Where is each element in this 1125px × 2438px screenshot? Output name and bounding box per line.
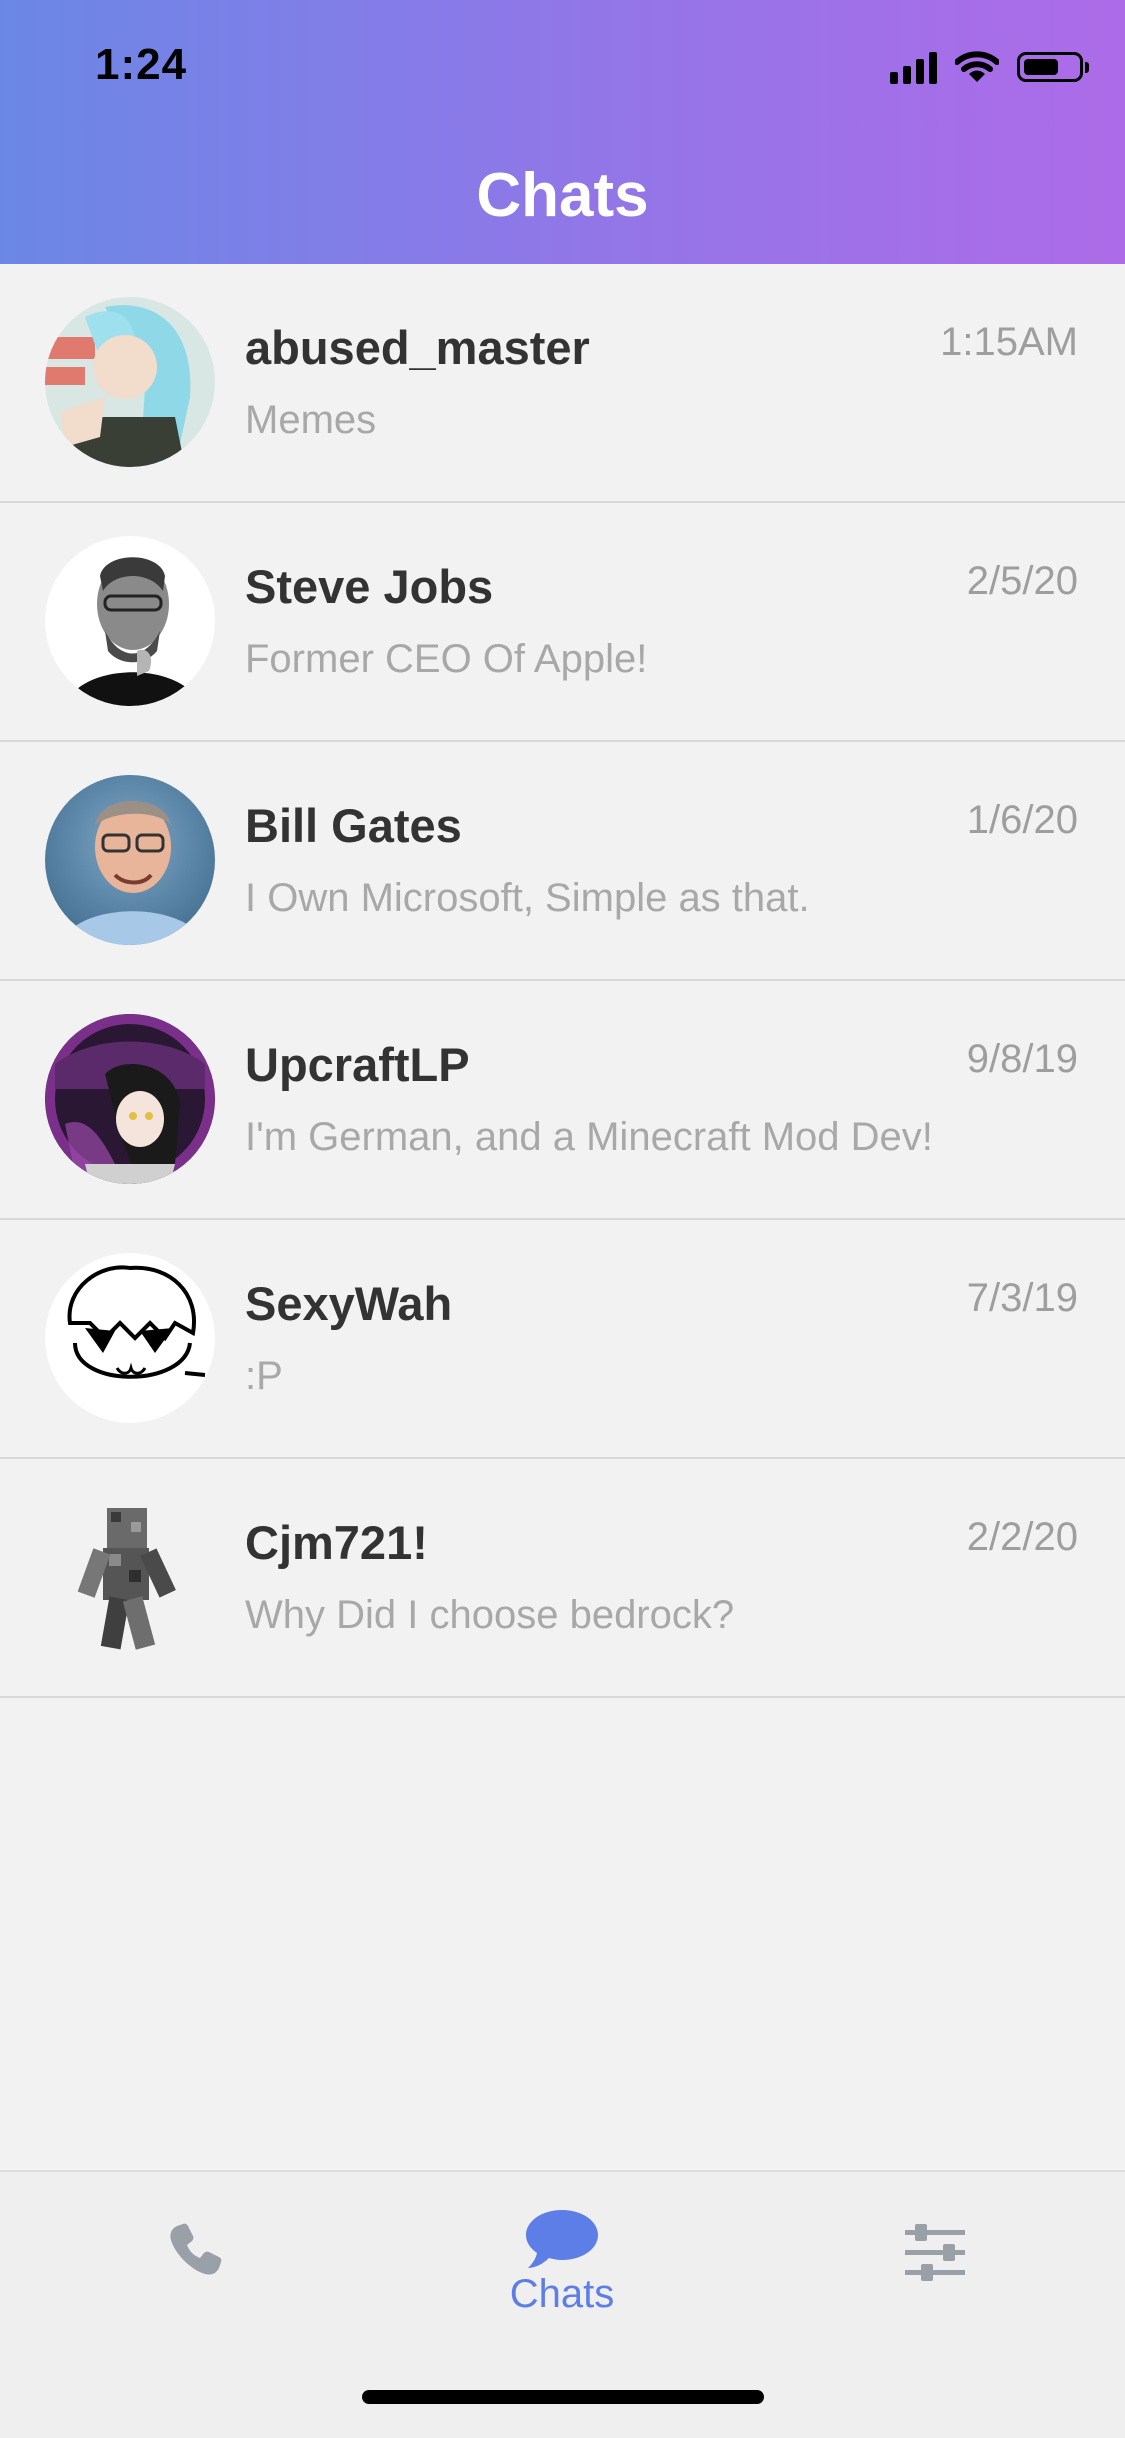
home-indicator[interactable] (362, 2390, 764, 2404)
chat-name: abused_master (245, 321, 590, 374)
portrait-photo-avatar[interactable] (45, 775, 215, 945)
chat-preview: Former CEO Of Apple! (245, 637, 648, 681)
phone-icon (170, 2223, 222, 2275)
chat-preview: Memes (245, 398, 377, 442)
chat-name: UpcraftLP (245, 1038, 470, 1091)
chat-row[interactable]: SexyWah 7/3/19 :P (0, 1220, 1125, 1459)
chat-row[interactable]: Bill Gates 1/6/20 I Own Microsoft, Simpl… (0, 742, 1125, 981)
chat-time: 9/8/19 (966, 1037, 1078, 1081)
chat-row[interactable]: abused_master 1:15AM Memes (0, 264, 1125, 503)
anime-character-avatar[interactable] (45, 297, 215, 467)
tab-chats[interactable]: Chats (462, 2172, 662, 2372)
chat-list: abused_master 1:15AM Memes Steve Jobs 2/… (0, 264, 1125, 1698)
tab-calls[interactable] (120, 2172, 270, 2372)
page-title: Chats (476, 161, 649, 230)
battery-icon (1017, 52, 1089, 82)
chat-time: 7/3/19 (966, 1276, 1078, 1320)
chat-row[interactable]: Cjm721! 2/2/20 Why Did I choose bedrock? (0, 1459, 1125, 1698)
chat-preview: :P (245, 1354, 283, 1398)
chat-preview: Why Did I choose bedrock? (245, 1593, 735, 1637)
wifi-icon (955, 51, 999, 82)
chat-bubble-icon (526, 2210, 598, 2268)
chat-row[interactable]: Steve Jobs 2/5/20 Former CEO Of Apple! (0, 503, 1125, 742)
cellular-signal-icon (890, 50, 937, 84)
portrait-photo-avatar[interactable] (45, 536, 215, 706)
chat-name: SexyWah (245, 1277, 453, 1330)
chat-name: Cjm721! (245, 1516, 428, 1569)
tab-chats-label: Chats (509, 2272, 615, 2316)
status-time: 1:24 (95, 40, 188, 89)
chat-time: 2/2/20 (966, 1515, 1078, 1559)
chat-time: 2/5/20 (966, 559, 1078, 603)
chat-name: Steve Jobs (245, 560, 494, 613)
tab-settings[interactable] (860, 2172, 1010, 2372)
chat-time: 1/6/20 (966, 798, 1078, 842)
header-bar: 1:24 Chats (0, 0, 1125, 264)
anime-character-avatar[interactable] (45, 1014, 215, 1184)
chat-preview: I Own Microsoft, Simple as that. (245, 876, 810, 920)
chat-name: Bill Gates (245, 799, 462, 852)
chat-time: 1:15AM (940, 320, 1078, 364)
chat-preview: I'm German, and a Minecraft Mod Dev! (245, 1115, 933, 1159)
cartoon-face-avatar[interactable] (45, 1253, 215, 1423)
minecraft-skin-avatar[interactable] (45, 1492, 215, 1662)
sliders-icon (905, 2224, 965, 2281)
chat-row[interactable]: UpcraftLP 9/8/19 I'm German, and a Minec… (0, 981, 1125, 1220)
status-icons (890, 50, 1089, 84)
